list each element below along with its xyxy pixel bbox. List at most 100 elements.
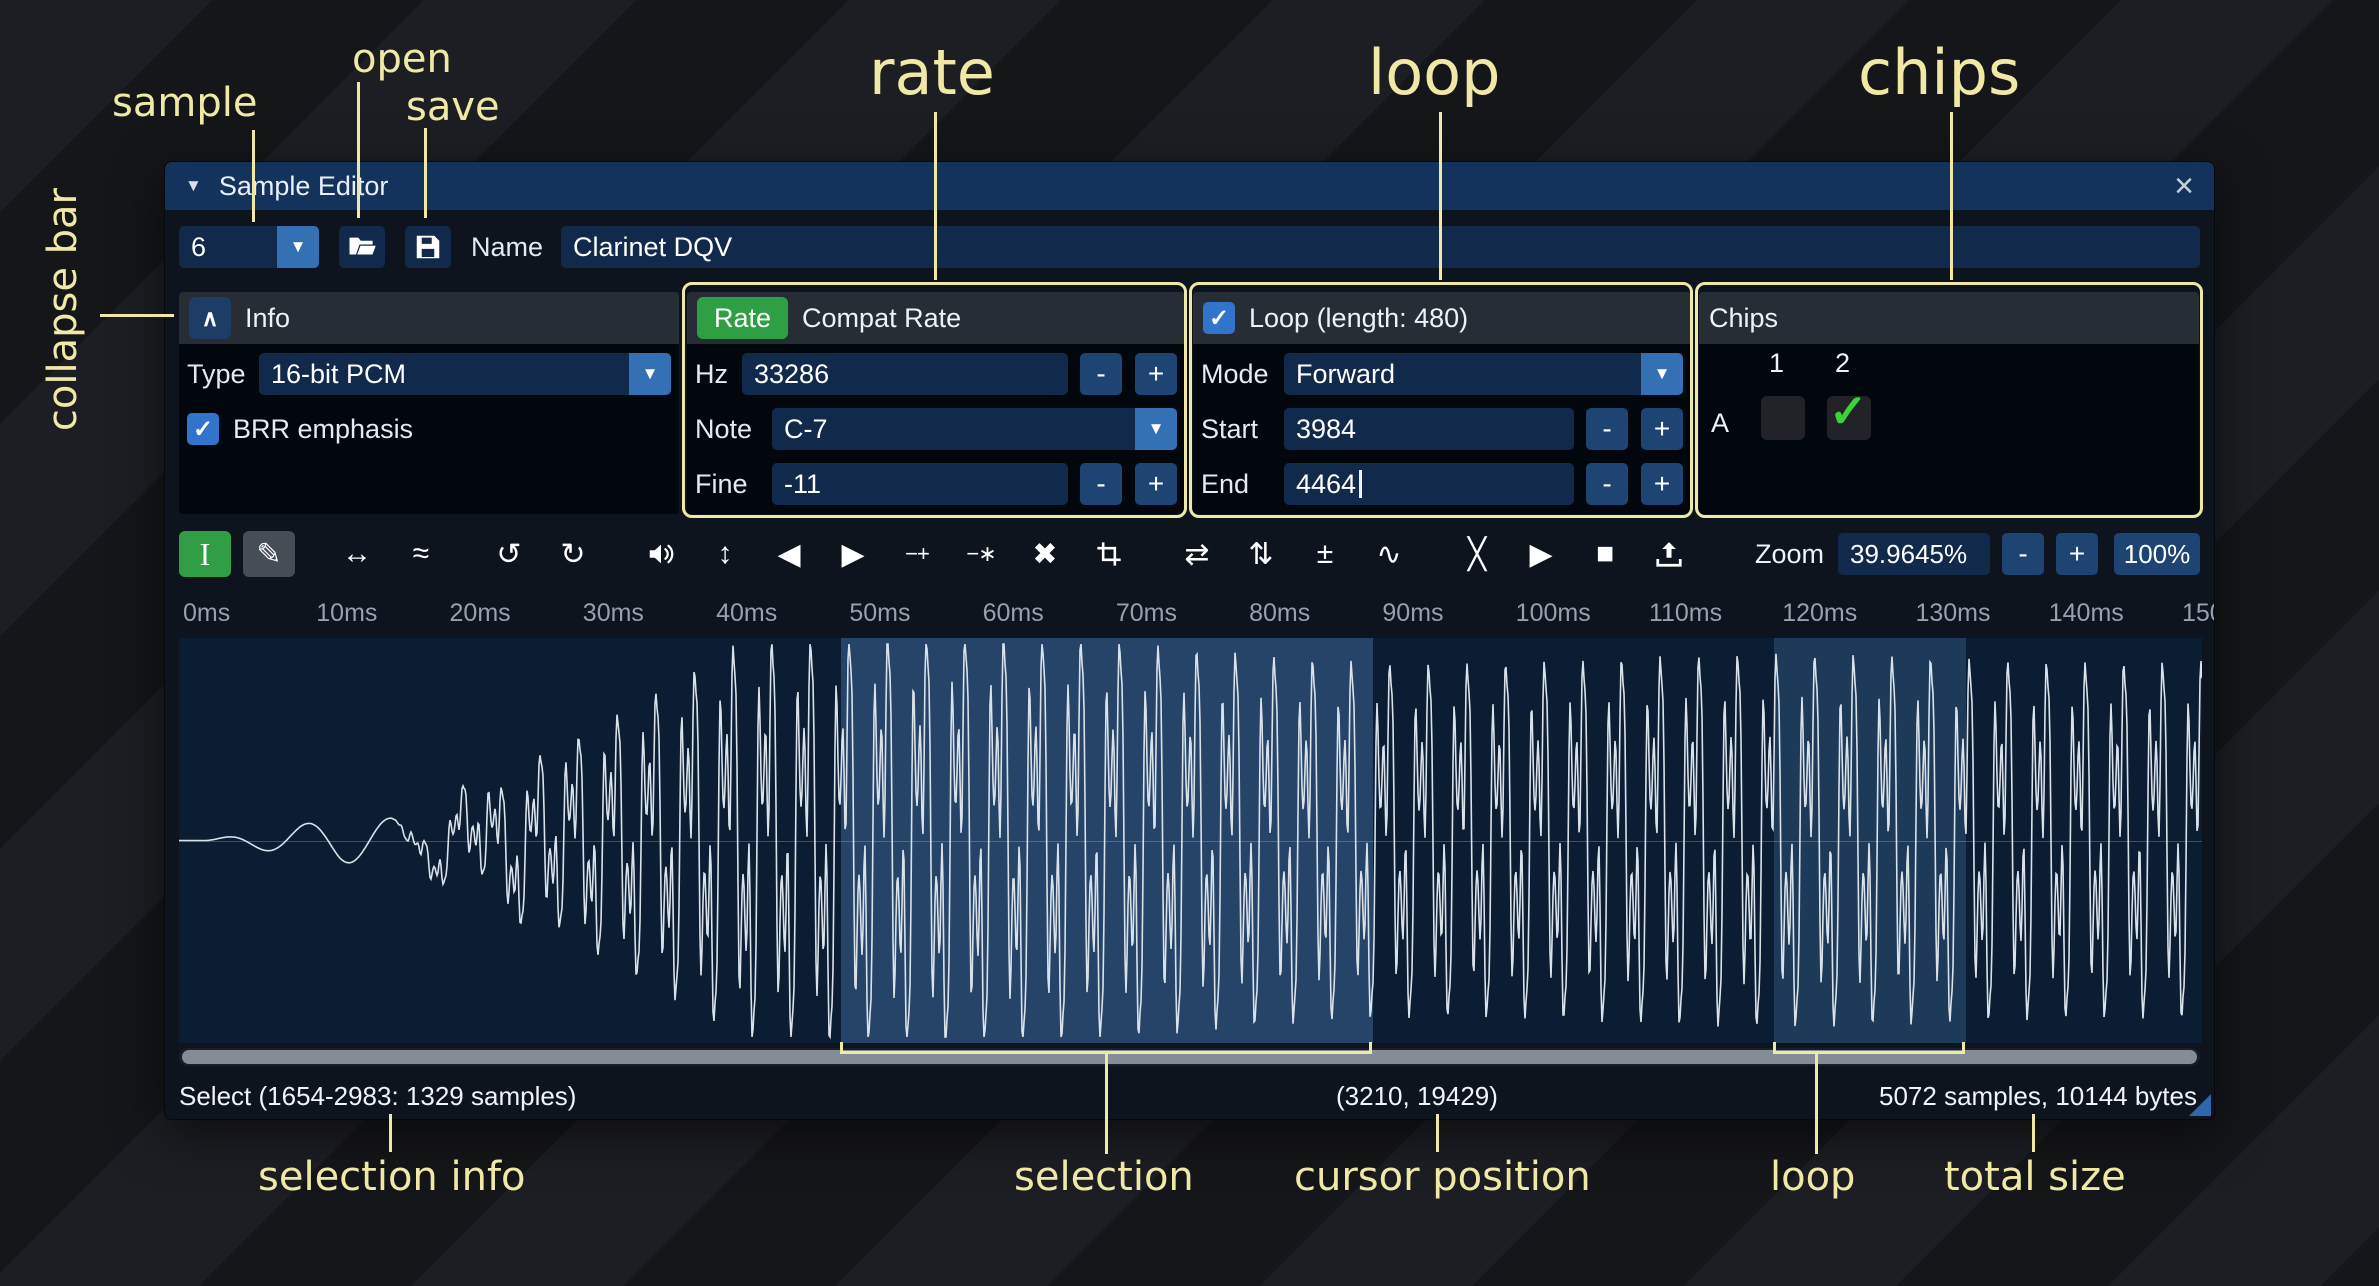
signedness-button[interactable]: ± <box>1299 531 1351 577</box>
zoom-reset-button[interactable]: 100% <box>2114 533 2200 575</box>
ruler-label: 110ms <box>1649 599 1722 628</box>
status-bar: Select (1654-2983: 1329 samples) (3210, … <box>179 1081 2200 1115</box>
dropdown-arrow-icon[interactable]: ▼ <box>629 353 671 395</box>
zoom-controls: Zoom 39.9645% - + 100% <box>1755 533 2200 575</box>
select-tool-button[interactable]: I <box>179 531 231 577</box>
annotation-line <box>100 314 174 317</box>
annotation-line <box>357 82 360 218</box>
ruler-label: 50ms <box>849 599 910 628</box>
resample-button[interactable]: ≈ <box>395 531 447 577</box>
amplify-button[interactable] <box>635 531 687 577</box>
annotation-outline-rate <box>682 282 1187 518</box>
sample-number-value: 6 <box>179 226 277 268</box>
speaker-icon <box>646 539 676 569</box>
brr-emphasis-label: BRR emphasis <box>233 414 413 445</box>
annotation-line <box>1436 1114 1439 1152</box>
annotation-chips: chips <box>1858 36 2020 109</box>
undo-button[interactable]: ↺ <box>483 531 535 577</box>
resize-button[interactable]: ↔ <box>331 531 383 577</box>
annotation-line <box>1439 112 1442 280</box>
annotation-loop-marker: loop <box>1770 1154 1855 1200</box>
close-icon[interactable]: × <box>2174 169 2194 203</box>
ruler-label: 120ms <box>1782 599 1857 628</box>
apply-silence-button[interactable]: −∗ <box>955 531 1007 577</box>
ruler-label: 40ms <box>716 599 777 628</box>
crop-icon <box>1095 540 1123 568</box>
import-button[interactable] <box>1643 531 1695 577</box>
draw-tool-button[interactable]: ✎ <box>243 531 295 577</box>
upload-icon <box>1654 539 1684 569</box>
annotation-cursor-position: cursor position <box>1294 1154 1591 1200</box>
normalize-button[interactable]: ↕ <box>699 531 751 577</box>
stop-button[interactable]: ■ <box>1579 531 1631 577</box>
annotation-open: open <box>352 36 452 82</box>
cursor-position-text: (3210, 19429) <box>1336 1081 1498 1112</box>
annotation-line <box>424 128 427 218</box>
insert-silence-button[interactable]: −+ <box>891 531 943 577</box>
ruler-label: 10ms <box>316 599 377 628</box>
timeline-ruler: 0ms10ms20ms30ms40ms50ms60ms70ms80ms90ms1… <box>179 593 2214 633</box>
info-panel: ∧ Info Type 16-bit PCM ▼ ✓ BRR emphasis <box>179 292 679 514</box>
annotation-line <box>1815 1054 1818 1154</box>
total-size-text: 5072 samples, 10144 bytes <box>1879 1081 2197 1112</box>
dropdown-arrow-icon[interactable]: ▼ <box>277 226 319 268</box>
zoom-label: Zoom <box>1755 539 1824 570</box>
folder-open-icon <box>347 232 377 262</box>
ruler-label: 140ms <box>2049 599 2124 628</box>
fade-in-button[interactable]: ◀ <box>763 531 815 577</box>
sample-toolbar: I ✎ ↔ ≈ ↺ ↻ ↕ ◀ ▶ −+ −∗ ✖ ⇄ ⇅ ± ∿ ╳ ▶ ■ … <box>179 529 2200 579</box>
annotation-outline-chips <box>1695 282 2203 518</box>
annotation-bracket-selection <box>840 1042 1372 1054</box>
ruler-label: 30ms <box>583 599 644 628</box>
name-label: Name <box>471 232 543 263</box>
annotation-rate: rate <box>869 36 995 109</box>
preview-button[interactable]: ▶ <box>1515 531 1567 577</box>
redo-button[interactable]: ↻ <box>547 531 599 577</box>
fade-out-button[interactable]: ▶ <box>827 531 879 577</box>
info-panel-title: Info <box>245 303 290 334</box>
annotation-sample: sample <box>112 80 257 126</box>
waveform-trace <box>179 644 2202 1037</box>
ruler-label: 60ms <box>983 599 1044 628</box>
crossfade-button[interactable]: ╳ <box>1451 531 1503 577</box>
titlebar[interactable]: ▼ Sample Editor × <box>165 162 2214 210</box>
reverse-button[interactable]: ⇄ <box>1171 531 1223 577</box>
annotation-line <box>2032 1114 2035 1152</box>
annotation-selection: selection <box>1014 1154 1194 1200</box>
save-icon <box>413 232 443 262</box>
zoom-input[interactable]: 39.9645% <box>1838 533 1990 575</box>
annotation-collapse-bar: collapse bar <box>40 188 86 431</box>
ruler-label: 20ms <box>450 599 511 628</box>
zoom-out-button[interactable]: - <box>2002 533 2044 575</box>
resize-grip[interactable] <box>2189 1094 2211 1116</box>
annotation-loop: loop <box>1368 36 1500 109</box>
annotation-bracket-loop <box>1773 1042 1965 1054</box>
save-sample-button[interactable] <box>405 226 451 268</box>
type-label: Type <box>187 359 259 390</box>
collapse-info-button[interactable]: ∧ <box>189 297 231 339</box>
annotation-line <box>389 1114 392 1152</box>
invert-button[interactable]: ⇅ <box>1235 531 1287 577</box>
type-select[interactable]: 16-bit PCM ▼ <box>259 353 671 395</box>
waveform-display[interactable] <box>179 638 2202 1043</box>
brr-emphasis-checkbox[interactable]: ✓ <box>187 413 219 445</box>
ruler-label: 150ms <box>2182 599 2214 628</box>
zoom-in-button[interactable]: + <box>2056 533 2098 575</box>
ruler-label: 130ms <box>1915 599 1990 628</box>
annotation-outline-loop <box>1189 282 1693 518</box>
ruler-label: 70ms <box>1116 599 1177 628</box>
sample-name-input[interactable]: Clarinet DQV <box>561 226 2200 268</box>
filter-button[interactable]: ∿ <box>1363 531 1415 577</box>
ruler-label: 90ms <box>1382 599 1443 628</box>
sample-number-select[interactable]: 6 ▼ <box>179 226 319 268</box>
annotation-total-size: total size <box>1944 1154 2126 1200</box>
window-collapse-icon[interactable]: ▼ <box>185 176 202 196</box>
trim-button[interactable] <box>1083 531 1135 577</box>
type-value: 16-bit PCM <box>259 353 629 395</box>
annotation-line <box>252 130 255 222</box>
delete-button[interactable]: ✖ <box>1019 531 1071 577</box>
open-sample-button[interactable] <box>339 226 385 268</box>
annotation-line <box>934 112 937 280</box>
ruler-label: 80ms <box>1249 599 1310 628</box>
selection-info-text: Select (1654-2983: 1329 samples) <box>179 1081 576 1112</box>
